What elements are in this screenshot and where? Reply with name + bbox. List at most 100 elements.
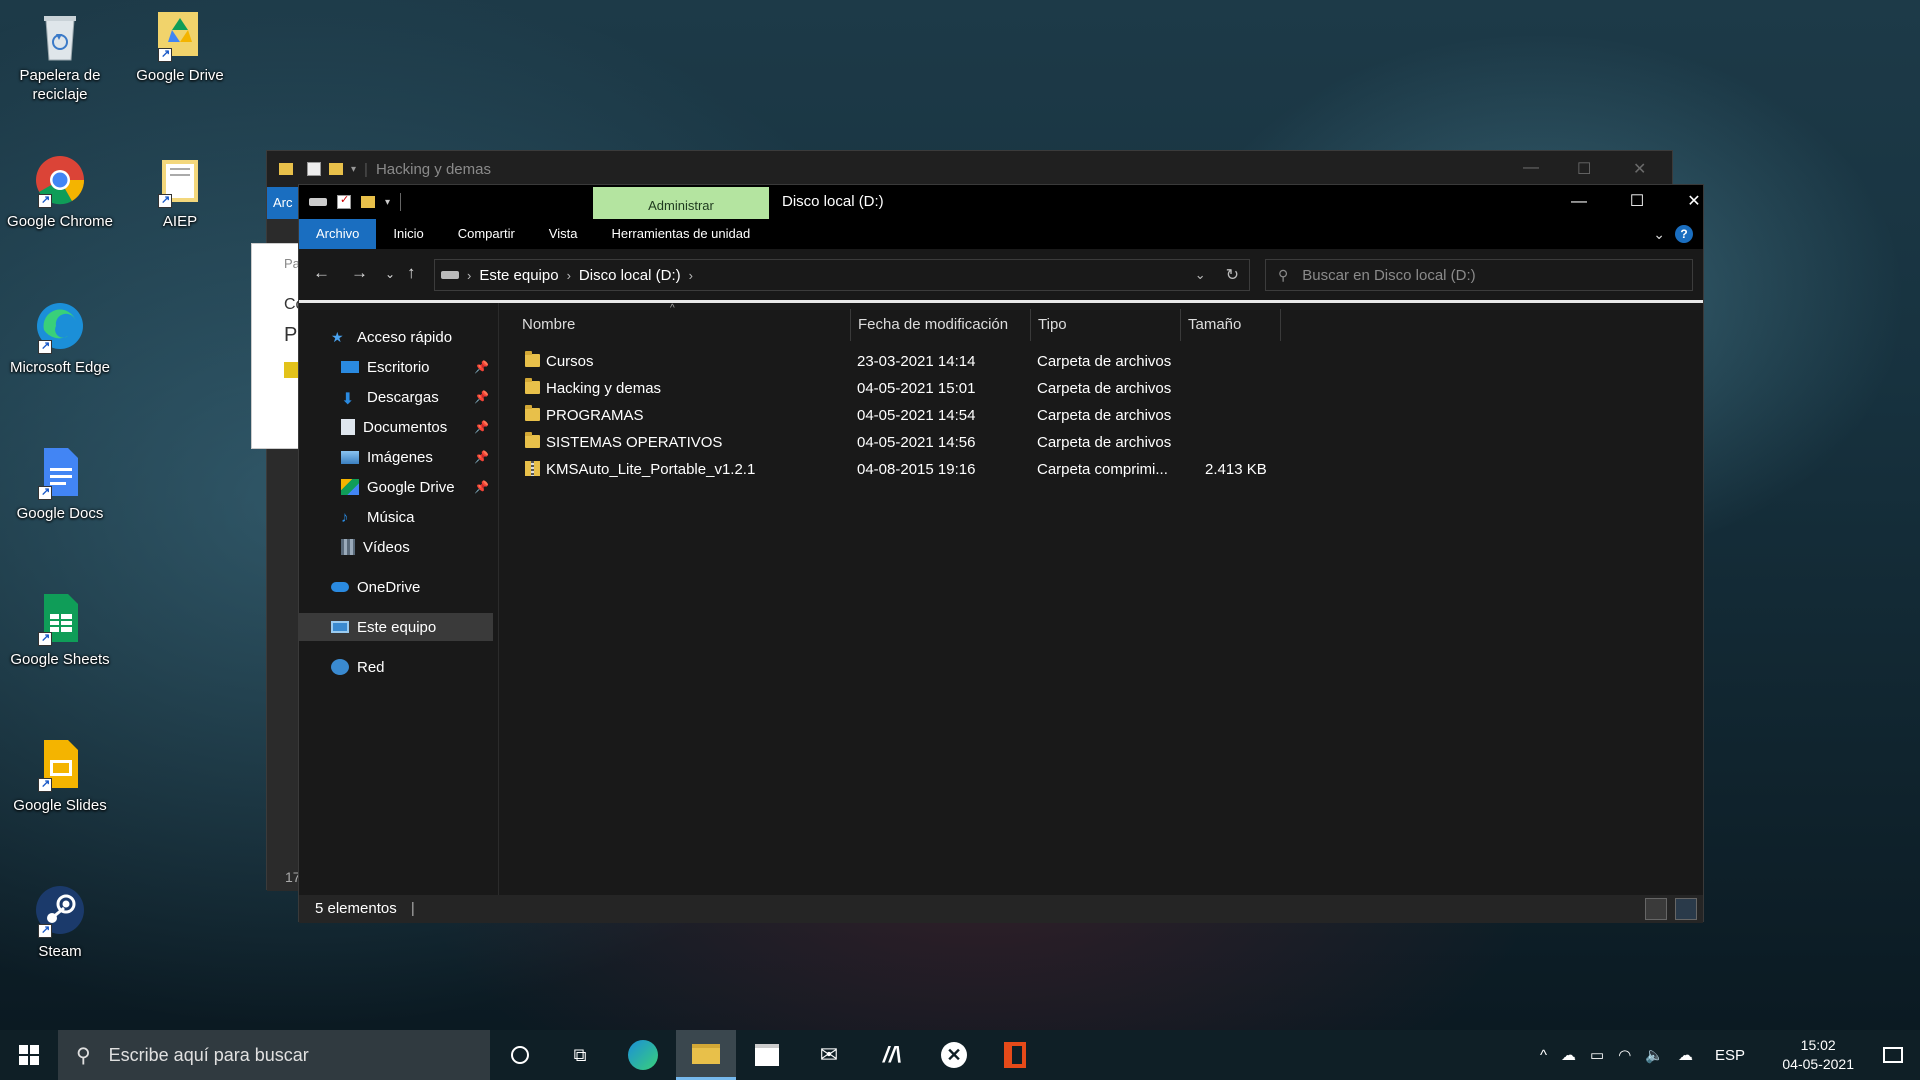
taskbar-edge[interactable] <box>616 1030 670 1080</box>
drive-icon[interactable] <box>309 198 327 206</box>
desktop-icon-aiep[interactable]: AIEP <box>120 154 240 231</box>
desktop-icon-edge[interactable]: Microsoft Edge <box>0 300 120 377</box>
pin-icon[interactable]: 📌 <box>474 450 489 464</box>
desktop-icon-chrome[interactable]: Google Chrome <box>0 154 120 231</box>
pin-icon[interactable]: 📌 <box>474 480 489 494</box>
tab-inicio[interactable]: Inicio <box>376 219 440 249</box>
edge-icon <box>34 300 86 354</box>
desktop-icon-steam[interactable]: Steam <box>0 884 120 961</box>
folder-icon <box>525 378 540 394</box>
desktop-icon-recycle-bin[interactable]: Papelera de reciclaje <box>0 8 120 104</box>
onedrive-sync-icon[interactable]: ☁ <box>1561 1046 1576 1064</box>
sidebar-item-documentos[interactable]: Documentos 📌 <box>299 413 493 441</box>
background-window-titlebar[interactable]: ▾ | Hacking y demas — ☐ ✕ <box>267 151 1672 187</box>
show-hidden-icons-icon[interactable]: ^ <box>1540 1047 1547 1064</box>
search-box[interactable]: ⚲ Buscar en Disco local (D:) <box>1265 259 1693 291</box>
sidebar-item-videos[interactable]: Vídeos <box>299 533 493 561</box>
clock[interactable]: 15:02 04-05-2021 <box>1782 1036 1854 1074</box>
breadcrumb-este-equipo[interactable]: Este equipo <box>479 267 558 284</box>
taskbar-office[interactable] <box>988 1030 1042 1080</box>
task-view-button[interactable]: ⧉ <box>553 1030 607 1080</box>
file-row[interactable]: KMSAuto_Lite_Portable_v1.2.1 04-08-2015 … <box>500 457 1267 483</box>
taskbar-xbox[interactable]: ✕ <box>927 1030 981 1080</box>
large-icons-view-icon[interactable] <box>1675 898 1697 920</box>
tab-compartir[interactable]: Compartir <box>441 219 532 249</box>
close-icon[interactable]: ✕ <box>1633 159 1646 179</box>
file-row[interactable]: PROGRAMAS 04-05-2021 14:54 Carpeta de ar… <box>500 403 1260 429</box>
steam-icon <box>34 884 86 938</box>
file-date: 04-08-2015 19:16 <box>857 461 976 478</box>
cloud-icon[interactable]: ☁ <box>1678 1046 1693 1064</box>
file-row[interactable]: Hacking y demas 04-05-2021 15:01 Carpeta… <box>500 376 1260 402</box>
pane-divider[interactable] <box>498 303 499 895</box>
sidebar-item-label: Documentos <box>363 418 448 436</box>
breadcrumb-disco-local[interactable]: Disco local (D:) <box>579 267 681 284</box>
file-row[interactable]: Cursos 23-03-2021 14:14 Carpeta de archi… <box>500 349 1260 375</box>
column-header-nombre[interactable]: Nombre <box>515 309 851 341</box>
tab-archivo[interactable]: Archivo <box>299 219 377 249</box>
tab-vista[interactable]: Vista <box>532 219 595 249</box>
breadcrumb-chevron-icon[interactable]: › <box>467 268 471 283</box>
sidebar-item-imagenes[interactable]: Imágenes 📌 <box>299 443 493 471</box>
up-arrow-icon[interactable]: ↑ <box>407 263 416 283</box>
recent-locations-chevron-icon[interactable]: ⌄ <box>385 267 395 281</box>
file-explorer-window[interactable]: ✓ ▾ Administrar Disco local (D:) — ☐ ✕ A… <box>298 184 1704 923</box>
volume-icon[interactable]: 🔈 <box>1645 1046 1664 1064</box>
maximize-icon[interactable]: ☐ <box>1577 159 1591 179</box>
file-row[interactable]: SISTEMAS OPERATIVOS 04-05-2021 14:56 Car… <box>500 430 1260 456</box>
navigation-pane: ★ Acceso rápido Escritorio 📌 ⬇ Descargas… <box>299 303 499 895</box>
address-bar[interactable]: › Este equipo › Disco local (D:) › ⌄ ↻ <box>434 259 1250 291</box>
sidebar-item-acceso-rapido[interactable]: ★ Acceso rápido <box>299 323 493 351</box>
minimize-icon[interactable]: — <box>1523 159 1539 177</box>
file-type: Carpeta de archivos <box>1037 380 1172 397</box>
new-folder-icon[interactable] <box>361 196 375 208</box>
pin-icon[interactable]: 📌 <box>474 420 489 434</box>
close-button[interactable]: ✕ <box>1671 189 1717 215</box>
sidebar-item-descargas[interactable]: ⬇ Descargas 📌 <box>299 383 493 411</box>
input-language[interactable]: ESP <box>1715 1047 1745 1064</box>
desktop-icon-docs[interactable]: Google Docs <box>0 446 120 523</box>
pin-icon[interactable]: 📌 <box>474 360 489 374</box>
help-icon[interactable]: ? <box>1675 225 1693 243</box>
taskbar-store[interactable] <box>740 1030 794 1080</box>
sidebar-item-musica[interactable]: ♪ Música <box>299 503 493 531</box>
pin-icon[interactable]: 📌 <box>474 390 489 404</box>
taskbar-search-box[interactable]: ⚲ Escribe aquí para buscar <box>58 1030 490 1080</box>
battery-icon[interactable]: ▭ <box>1590 1046 1604 1064</box>
taskbar-app-a[interactable]: //\ <box>865 1030 919 1080</box>
details-view-icon[interactable] <box>1645 898 1667 920</box>
desktop-icon-slides[interactable]: Google Slides <box>0 738 120 815</box>
address-history-dropdown-icon[interactable]: ⌄ <box>1195 267 1206 283</box>
minimize-button[interactable]: — <box>1556 189 1602 215</box>
sidebar-item-onedrive[interactable]: OneDrive <box>299 573 493 601</box>
forward-arrow-icon[interactable]: → <box>351 263 368 283</box>
background-window-file-tab[interactable]: Arc <box>267 187 299 219</box>
refresh-icon[interactable]: ↻ <box>1226 265 1239 285</box>
back-arrow-icon[interactable]: ← <box>313 263 330 283</box>
properties-icon[interactable]: ✓ <box>337 194 351 209</box>
start-button[interactable] <box>0 1030 58 1080</box>
tab-herramientas-de-unidad[interactable]: Herramientas de unidad <box>594 219 767 249</box>
taskbar-mail[interactable]: ✉ <box>802 1030 856 1080</box>
column-header-tipo[interactable]: Tipo <box>1031 309 1181 341</box>
column-header-fecha[interactable]: Fecha de modificación <box>851 309 1031 341</box>
sidebar-item-este-equipo[interactable]: Este equipo <box>299 613 493 641</box>
titlebar[interactable]: ✓ ▾ Administrar Disco local (D:) — ☐ ✕ <box>299 185 1703 220</box>
desktop-icon-google-drive[interactable]: Google Drive <box>120 8 240 85</box>
taskbar-file-explorer[interactable] <box>676 1030 736 1080</box>
action-center-button[interactable] <box>1866 1030 1920 1080</box>
column-header-tamano[interactable]: Tamaño <box>1181 309 1281 341</box>
breadcrumb-chevron-icon[interactable]: › <box>567 268 571 283</box>
sidebar-item-escritorio[interactable]: Escritorio 📌 <box>299 353 493 381</box>
breadcrumb-chevron-icon[interactable]: › <box>689 268 693 283</box>
wifi-icon[interactable]: ◠ <box>1618 1046 1631 1064</box>
customize-qat-icon[interactable]: ▾ <box>385 197 390 208</box>
maximize-button[interactable]: ☐ <box>1614 189 1660 215</box>
desktop-icon-sheets[interactable]: Google Sheets <box>0 592 120 669</box>
sidebar-item-red[interactable]: Red <box>299 653 493 681</box>
cortana-button[interactable] <box>493 1030 547 1080</box>
sidebar-item-google-drive[interactable]: Google Drive 📌 <box>299 473 493 501</box>
contextual-tab-administrar[interactable]: Administrar <box>593 187 769 220</box>
expand-ribbon-icon[interactable]: ⌄ <box>1653 226 1665 243</box>
file-list[interactable]: ^ Nombre Fecha de modificación Tipo Tama… <box>500 303 1690 895</box>
